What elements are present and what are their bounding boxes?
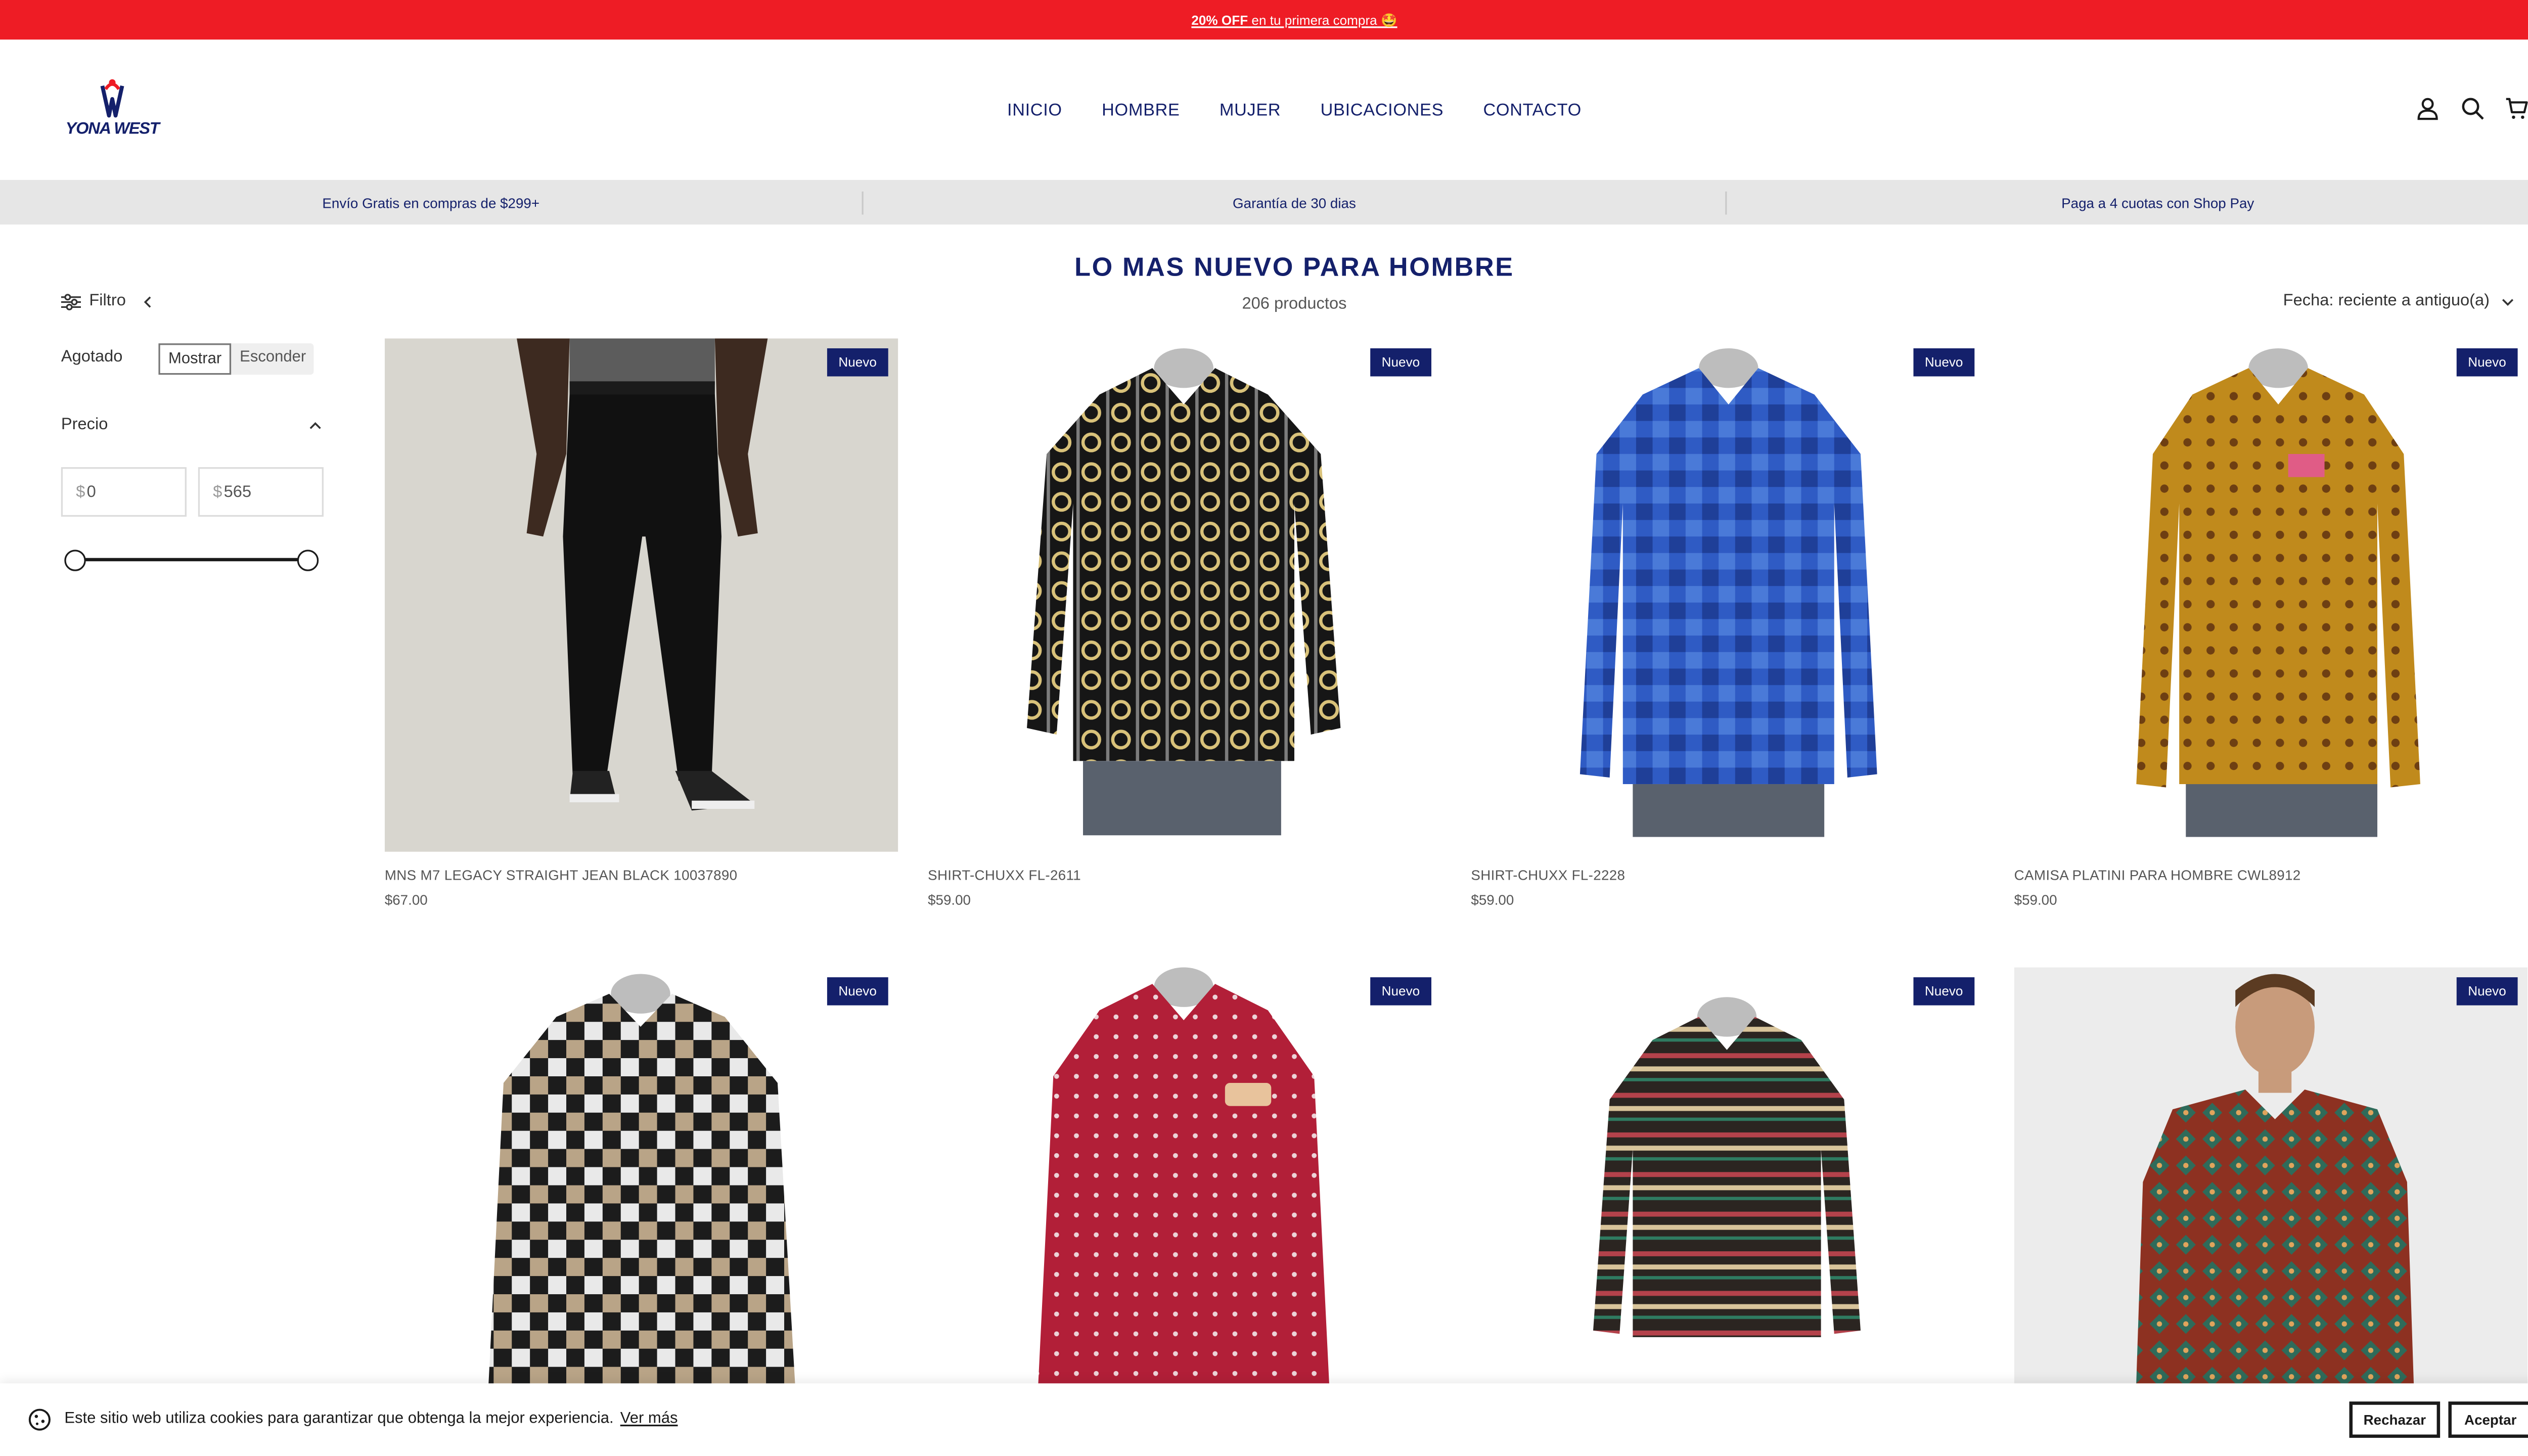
new-badge: Nuevo	[827, 977, 888, 1006]
search-icon[interactable]	[2460, 96, 2485, 120]
announcement-highlight: 20% OFF	[1191, 12, 1248, 27]
product-price: $59.00	[1471, 891, 1514, 908]
price-label: Precio	[61, 416, 108, 434]
cookie-icon	[28, 1408, 51, 1431]
account-icon[interactable]	[2415, 96, 2440, 120]
cookie-banner: Este sitio web utiliza cookies para gara…	[0, 1383, 2528, 1456]
announcement-emoji: 🤩	[1381, 12, 1397, 27]
product-name: SHIRT-CHUXX FL-2611	[928, 867, 1081, 883]
price-slider-track[interactable]	[74, 558, 309, 562]
product-card[interactable]: Nuevo CAMISA PLATINI PARA HOMBRE CWL8912…	[2014, 338, 2528, 908]
nav-hombre[interactable]: HOMBRE	[1102, 100, 1180, 120]
cookie-text: Este sitio web utiliza cookies para gara…	[64, 1409, 614, 1428]
currency-symbol: $	[76, 483, 85, 502]
sort-label: Fecha: reciente a antiguo(a)	[2283, 292, 2490, 310]
product-card[interactable]: Nuevo	[928, 967, 1441, 1456]
currency-symbol: $	[213, 483, 222, 502]
header-icons	[2415, 96, 2528, 120]
filter-sliders-icon	[61, 293, 81, 310]
announcement-link[interactable]: 20% OFF en tu primera compra 🤩	[1191, 12, 1397, 27]
product-card[interactable]: Nuevo	[384, 967, 898, 1456]
product-card[interactable]: Nuevo SHIRT-CHUXX FL-2228 $59.00	[1471, 338, 1984, 908]
product-card[interactable]: Nuevo	[2014, 967, 2528, 1456]
new-badge: Nuevo	[1913, 348, 1975, 377]
product-image: Nuevo	[1471, 967, 1984, 1456]
chevron-down-icon	[2502, 298, 2514, 305]
filter-label: Filtro	[89, 292, 126, 310]
max-price-value: 565	[223, 483, 252, 502]
announcement-text: en tu primera compra	[1248, 12, 1377, 27]
usp-shipping: Envío Gratis en compras de $299+	[322, 194, 540, 211]
product-name: SHIRT-CHUXX FL-2228	[1471, 867, 1626, 883]
product-name: CAMISA PLATINI PARA HOMBRE CWL8912	[2014, 867, 2301, 883]
new-badge: Nuevo	[1370, 348, 1432, 377]
min-price-input[interactable]: $0	[61, 467, 187, 517]
show-sold-out-option[interactable]: Mostrar	[158, 343, 232, 375]
usp-bar: Envío Gratis en compras de $299+ Garantí…	[0, 179, 2528, 225]
product-card[interactable]: Nuevo	[1471, 967, 1984, 1456]
chevron-up-icon	[309, 421, 321, 428]
new-badge: Nuevo	[1370, 977, 1432, 1006]
collection-title: LO MAS NUEVO PARA HOMBRE	[1074, 254, 1514, 283]
price-slider-max-handle[interactable]	[297, 550, 319, 571]
main-nav: INICIO HOMBRE MUJER UBICACIONES CONTACTO	[0, 39, 2528, 180]
hide-sold-out-option[interactable]: Esconder	[232, 343, 314, 375]
product-name: MNS M7 LEGACY STRAIGHT JEAN BLACK 100378…	[384, 867, 738, 883]
product-price: $59.00	[2014, 891, 2057, 908]
product-price: $59.00	[928, 891, 971, 908]
cookie-more-link[interactable]: Ver más	[620, 1410, 678, 1428]
sold-out-label: Agotado	[61, 348, 123, 367]
nav-mujer[interactable]: MUJER	[1220, 100, 1281, 120]
sold-out-toggle: Mostrar Esconder	[158, 343, 314, 375]
announcement-bar: 20% OFF en tu primera compra 🤩	[0, 0, 2528, 40]
cart-icon[interactable]	[2504, 96, 2528, 120]
new-badge: Nuevo	[2456, 348, 2518, 377]
nav-ubicaciones[interactable]: UBICACIONES	[1321, 100, 1443, 120]
chevron-left-icon	[144, 295, 152, 307]
product-card[interactable]: Nuevo SHIRT-CHUXX FL-2611 $59.00	[928, 338, 1441, 908]
sort-select[interactable]: Fecha: reciente a antiguo(a)	[2283, 292, 2516, 310]
min-price-value: 0	[86, 483, 96, 502]
product-image: Nuevo	[384, 967, 898, 1456]
max-price-input[interactable]: $565	[198, 467, 324, 517]
cookie-message: Este sitio web utiliza cookies para gara…	[64, 1410, 678, 1428]
new-badge: Nuevo	[827, 348, 888, 377]
nav-contacto[interactable]: CONTACTO	[1483, 100, 1581, 120]
product-image: Nuevo	[2014, 967, 2528, 1456]
product-image: Nuevo	[2014, 338, 2528, 852]
product-count: 206 productos	[1242, 295, 1347, 314]
product-price: $67.00	[384, 891, 428, 908]
price-filter-header[interactable]: Precio	[61, 416, 324, 434]
product-card[interactable]: Nuevo MNS M7 LEGACY STRAIGHT JEAN BLACK …	[384, 338, 898, 908]
product-image: Nuevo	[928, 338, 1441, 852]
product-image: Nuevo	[928, 967, 1441, 1456]
filter-toggle[interactable]: Filtro	[61, 292, 157, 310]
new-badge: Nuevo	[1913, 977, 1975, 1006]
new-badge: Nuevo	[2456, 977, 2518, 1006]
reject-cookies-button[interactable]: Rechazar	[2349, 1401, 2441, 1438]
product-image: Nuevo	[384, 338, 898, 852]
usp-shop-pay: Paga a 4 cuotas con Shop Pay	[2061, 194, 2254, 211]
nav-inicio[interactable]: INICIO	[1007, 100, 1062, 120]
price-slider-min-handle[interactable]	[64, 550, 86, 571]
site-header: YONA WEST INICIO HOMBRE MUJER UBICACIONE…	[0, 39, 2528, 180]
accept-cookies-button[interactable]: Aceptar	[2448, 1401, 2528, 1438]
usp-guarantee: Garantía de 30 dias	[1233, 194, 1356, 211]
product-image: Nuevo	[1471, 338, 1984, 852]
